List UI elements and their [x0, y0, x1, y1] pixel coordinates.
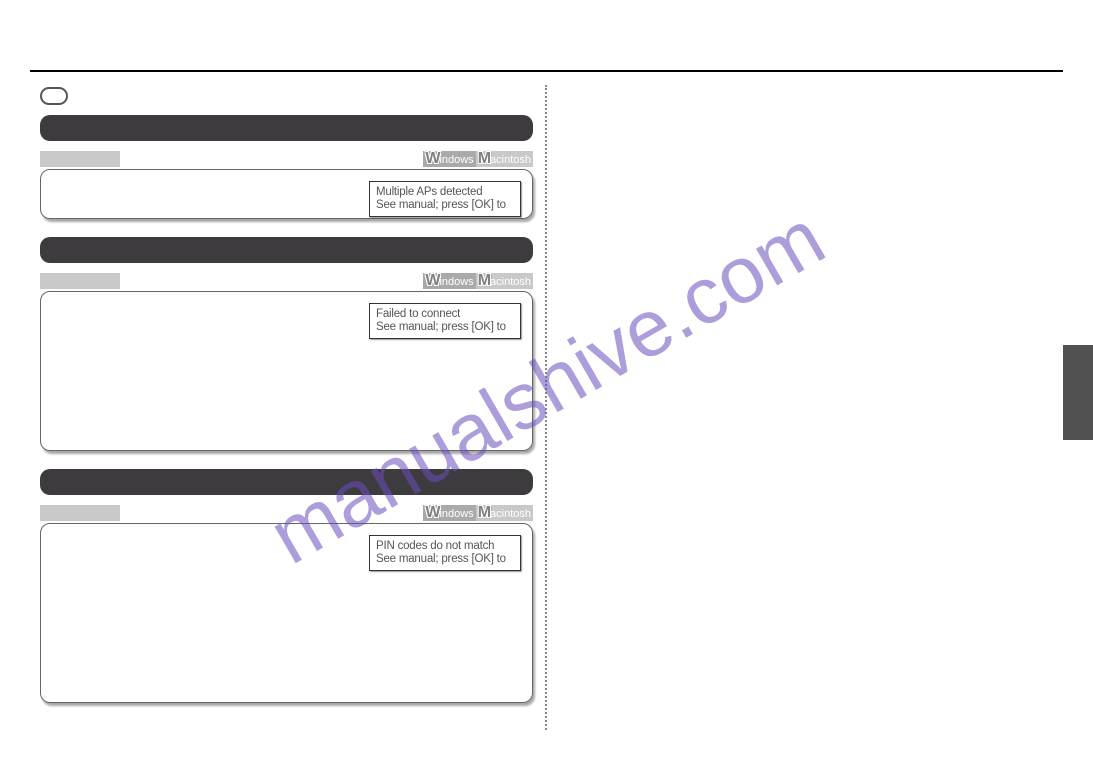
windows-tag: Windows [423, 505, 475, 521]
os-tags: Windows Macintosh [423, 505, 533, 521]
grey-segment [40, 505, 120, 521]
section-1-subheader: Windows Macintosh [40, 151, 533, 167]
message-1-line2: See manual; press [OK] to [376, 199, 506, 211]
section-1-box: Multiple APs detected See manual; press … [40, 169, 533, 219]
windows-tag: Windows [423, 273, 475, 289]
pill-tag [40, 87, 68, 105]
section-1-header [40, 115, 533, 141]
section-3-subheader: Windows Macintosh [40, 505, 533, 521]
macintosh-tag: Macintosh [476, 273, 533, 289]
section-2-box: Failed to connect See manual; press [OK]… [40, 291, 533, 451]
windows-tag: Windows [423, 151, 475, 167]
macintosh-tag: Macintosh [476, 151, 533, 167]
left-column: Windows Macintosh Multiple APs detected … [40, 85, 533, 721]
grey-segment [40, 273, 120, 289]
message-3-line2: See manual; press [OK] to [376, 553, 506, 565]
grey-segment [40, 151, 120, 167]
os-tags: Windows Macintosh [423, 273, 533, 289]
column-divider [545, 85, 547, 730]
message-2: Failed to connect See manual; press [OK]… [369, 303, 521, 339]
message-2-line1: Failed to connect [376, 308, 460, 320]
section-2-header [40, 237, 533, 263]
macintosh-tag: Macintosh [476, 505, 533, 521]
side-thumb-tab [1063, 345, 1093, 440]
message-3-line1: PIN codes do not match [376, 540, 494, 552]
message-1: Multiple APs detected See manual; press … [369, 181, 521, 217]
message-3: PIN codes do not match See manual; press… [369, 535, 521, 571]
section-3-header [40, 469, 533, 495]
os-tags: Windows Macintosh [423, 151, 533, 167]
section-2-subheader: Windows Macintosh [40, 273, 533, 289]
header-rule [30, 70, 1063, 72]
message-1-line1: Multiple APs detected [376, 186, 482, 198]
message-2-line2: See manual; press [OK] to [376, 321, 506, 333]
section-3-box: PIN codes do not match See manual; press… [40, 523, 533, 703]
